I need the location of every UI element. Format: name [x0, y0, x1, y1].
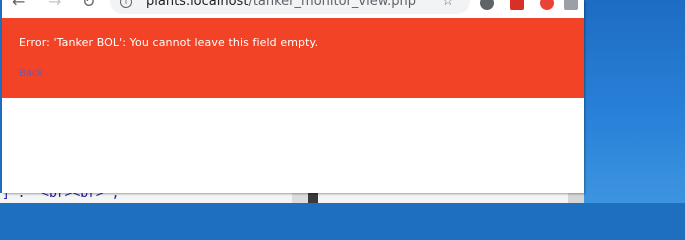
extension-adblock-icon[interactable] — [540, 0, 554, 10]
back-arrow-icon[interactable]: ← — [12, 0, 25, 10]
back-link[interactable]: Back — [19, 68, 43, 79]
editor-gutter — [292, 193, 308, 203]
url-host: plants.localhost — [146, 0, 249, 9]
url-path: /tanker_monitor_view.php — [248, 0, 417, 9]
bookmark-star-icon[interactable]: ☆ — [442, 0, 454, 9]
forward-arrow-icon[interactable]: → — [48, 0, 61, 10]
error-banner: Error: 'Tanker BOL': You cannot leave th… — [2, 18, 584, 98]
editor-panel-divider — [308, 193, 318, 203]
reload-icon[interactable]: ↻ — [82, 0, 95, 10]
address-url[interactable]: plants.localhost/tanker_monitor_view.php — [146, 0, 416, 10]
browser-toolbar: ← → ↻ i plants.localhost/tanker_monitor_… — [2, 0, 584, 18]
desktop-background — [584, 0, 685, 203]
address-bar[interactable]: i plants.localhost/tanker_monitor_view.p… — [110, 0, 470, 14]
background-code-editor: ] . '<br><br>'; — [0, 193, 584, 203]
extension-red-icon[interactable] — [510, 0, 524, 10]
extension-grey-icon[interactable] — [564, 0, 578, 10]
browser-window: ← → ↻ i plants.localhost/tanker_monitor_… — [2, 0, 584, 193]
editor-scrollbar[interactable] — [568, 193, 584, 203]
site-info-icon[interactable]: i — [120, 0, 132, 8]
error-message: Error: 'Tanker BOL': You cannot leave th… — [19, 36, 319, 49]
extension-settings-icon[interactable] — [480, 0, 494, 10]
editor-code-line: ] . '<br><br>'; — [2, 193, 120, 201]
